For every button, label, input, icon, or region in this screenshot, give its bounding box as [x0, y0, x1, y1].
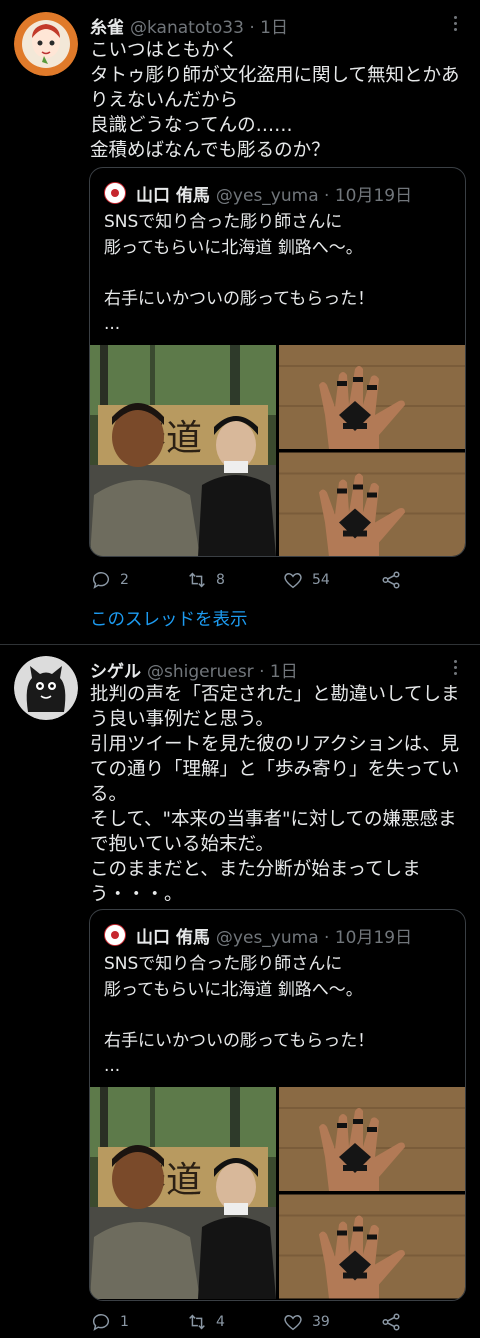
retweet-count: 4: [216, 1314, 225, 1330]
tweet-2[interactable]: シゲル @shigeruesr · 1日 批判の声を「否定された」と勘違いしてし…: [0, 0, 480, 693]
photo-hand-2[interactable]: [279, 1194, 465, 1299]
retweet-button[interactable]: 4: [186, 1309, 225, 1335]
display-name[interactable]: シゲル: [90, 657, 141, 682]
share-icon: [380, 1311, 402, 1333]
retweet-icon: [186, 1311, 208, 1333]
quoted-display-name: 山口 侑馬: [136, 927, 210, 948]
media-grid[interactable]: [90, 1087, 465, 1299]
reply-button[interactable]: 1: [90, 1309, 129, 1335]
quoted-tweet[interactable]: 山口 侑馬 @yes_yuma · 10月19日 SNSで知り合った彫り師さんに…: [89, 909, 466, 1301]
tweet-text: 批判の声を「否定された」と勘違いしてしま う良い事例だと思う。 引用ツイートを見…: [90, 684, 460, 905]
share-button[interactable]: [380, 1309, 410, 1335]
photo-people[interactable]: [90, 1087, 276, 1299]
quoted-avatar: [104, 924, 126, 946]
action-bar: 1 4 39: [90, 1309, 450, 1335]
more-icon[interactable]: [444, 660, 466, 678]
photo-hand-1[interactable]: [279, 1087, 465, 1191]
quoted-text: SNSで知り合った彫り師さんに 彫ってもらいに北海道 釧路へ〜。 右手にいかつい…: [104, 954, 375, 1076]
reply-count: 1: [120, 1314, 129, 1330]
handle-time[interactable]: @shigeruesr · 1日: [147, 657, 298, 682]
reply-icon: [90, 1311, 112, 1333]
avatar[interactable]: [14, 656, 78, 720]
quoted-handle-time: @yes_yuma · 10月19日: [215, 927, 413, 948]
like-icon: [282, 1311, 304, 1333]
like-button[interactable]: 39: [282, 1309, 330, 1335]
like-count: 39: [312, 1314, 330, 1330]
